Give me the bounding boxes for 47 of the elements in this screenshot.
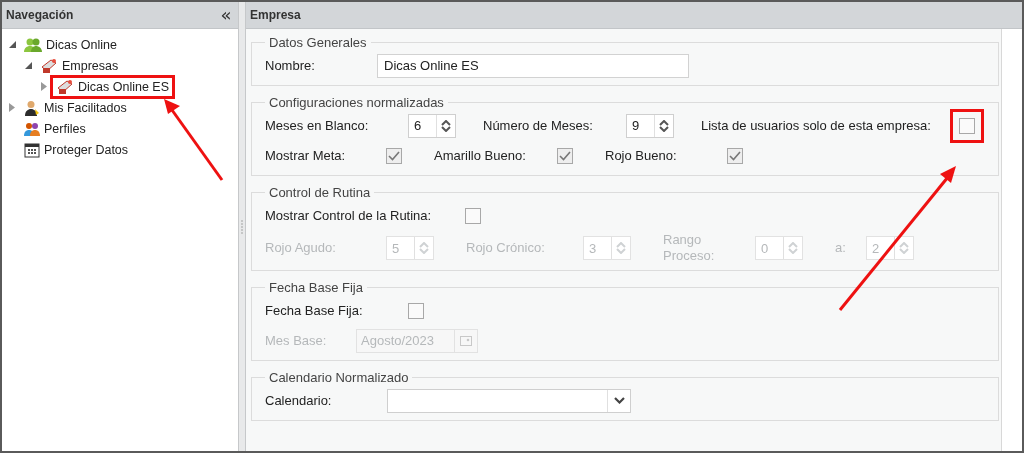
section-title: Configuraciones normalizadas [268, 95, 445, 110]
collapsed-icon[interactable] [9, 103, 15, 112]
field-label: Mostrar Meta: [265, 147, 347, 164]
grip-icon[interactable] [240, 219, 243, 234]
field-label: Meses en Blanco: [265, 117, 370, 134]
checkbox[interactable] [465, 207, 481, 224]
number-spinner[interactable]: 9 [626, 113, 674, 138]
panel-title: Navegación [6, 8, 74, 22]
section-title: Datos Generales [268, 35, 368, 50]
field-label: Mes Base: [265, 332, 328, 349]
company-icon [40, 57, 58, 74]
section-title: Fecha Base Fija [268, 280, 364, 295]
expanded-icon[interactable] [24, 62, 32, 69]
section-title: Control de Rutina [268, 185, 372, 200]
company-icon [56, 78, 74, 95]
checkbox[interactable] [959, 117, 975, 134]
field-label: Calendario: [265, 392, 333, 409]
checkbox[interactable] [408, 302, 424, 319]
field-label: Número de Meses: [483, 117, 594, 134]
field-label: Rojo Agudo: [265, 240, 337, 256]
people-icon [24, 36, 42, 53]
profiles-icon [24, 120, 40, 137]
collapse-button[interactable]: « [220, 6, 232, 24]
checkbox[interactable] [386, 147, 402, 164]
checkbox[interactable] [727, 147, 743, 164]
section-title: Calendario Normalizado [268, 370, 410, 385]
field-label: Fecha Base Fija: [265, 302, 364, 319]
field-label: Nombre: [265, 57, 316, 74]
collapsed-icon[interactable] [41, 82, 47, 91]
name-field[interactable]: Dicas Online ES [377, 53, 689, 78]
field-label: Rango Proceso: [663, 232, 716, 264]
field-label: Amarillo Bueno: [434, 147, 527, 164]
user-icon [24, 99, 40, 116]
tree-item[interactable]: Dicas Online ES [50, 74, 175, 99]
field-label: Rojo Bueno: [605, 147, 678, 164]
field-label: Rojo Crónico: [466, 240, 546, 256]
dropdown-icon[interactable] [613, 397, 625, 404]
panel-title: Empresa [250, 8, 301, 22]
checkbox[interactable] [557, 147, 573, 164]
field-label: Mostrar Control de la Rutina: [265, 207, 433, 224]
field-label: Lista de usuarios solo de esta empresa: [701, 117, 932, 134]
expanded-icon[interactable] [8, 41, 16, 48]
field-label: a: [835, 240, 847, 256]
scroll-track[interactable] [1001, 29, 1022, 451]
number-spinner[interactable]: 6 [408, 113, 456, 138]
splitter[interactable] [237, 2, 246, 451]
calendar-icon [24, 141, 40, 158]
